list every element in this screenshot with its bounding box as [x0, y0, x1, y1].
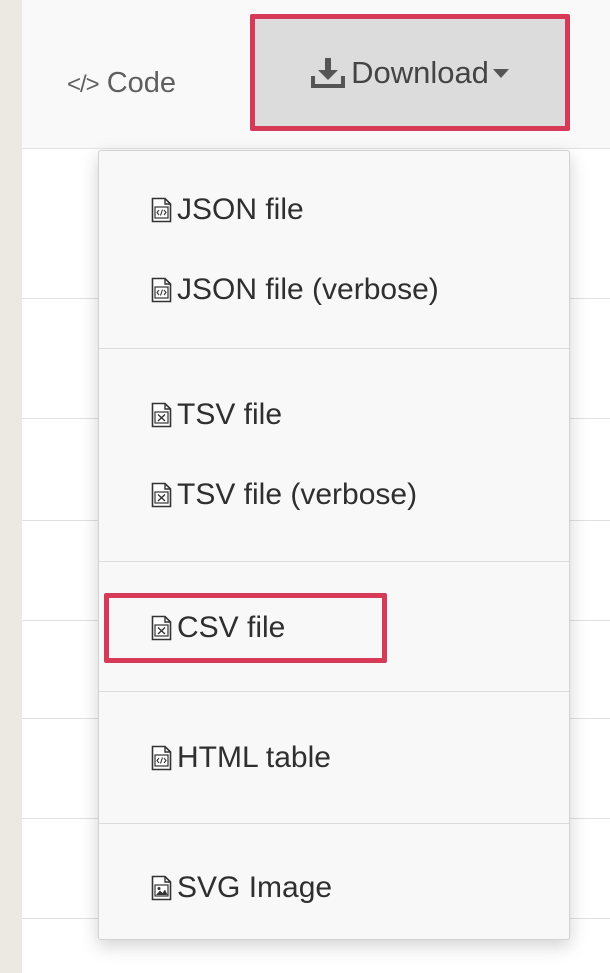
menu-divider	[99, 691, 569, 692]
menu-item-html-table[interactable]: HTML table	[151, 736, 331, 780]
download-dropdown-menu: JSON file JSON file (verbose) TSV file T…	[98, 150, 570, 940]
menu-item-tsv-verbose[interactable]: TSV file (verbose)	[151, 473, 417, 517]
spreadsheet-file-icon	[151, 402, 172, 428]
code-file-icon	[151, 277, 172, 303]
spreadsheet-file-icon	[151, 615, 172, 641]
menu-item-label: SVG Image	[177, 871, 333, 904]
menu-item-json[interactable]: JSON file	[151, 188, 304, 232]
code-file-icon	[151, 197, 172, 223]
menu-item-json-verbose[interactable]: JSON file (verbose)	[151, 268, 439, 312]
menu-item-tsv[interactable]: TSV file	[151, 393, 282, 437]
menu-divider	[99, 348, 569, 349]
menu-item-label: HTML table	[177, 741, 331, 774]
menu-item-label: JSON file (verbose)	[177, 273, 439, 306]
menu-item-svg-image[interactable]: SVG Image	[151, 866, 332, 910]
menu-divider	[99, 823, 569, 824]
menu-item-label: JSON file	[177, 193, 304, 226]
image-file-icon	[151, 875, 172, 901]
menu-item-label: TSV file	[177, 398, 283, 431]
download-button[interactable]: Download	[250, 14, 570, 131]
code-button-label: Code	[106, 67, 177, 99]
page: </> Code Download JSON file JSON file (v…	[22, 0, 610, 973]
code-icon: </>	[67, 71, 100, 98]
caret-down-icon	[492, 69, 509, 78]
menu-divider	[99, 561, 569, 562]
menu-item-label: CSV file	[177, 611, 286, 644]
code-file-icon	[151, 745, 172, 771]
download-tray-icon	[311, 57, 346, 88]
menu-item-label: TSV file (verbose)	[177, 478, 418, 511]
download-button-label: Download	[351, 54, 489, 90]
spreadsheet-file-icon	[151, 482, 172, 508]
toolbar: </> Code Download	[22, 0, 610, 149]
code-button[interactable]: </> Code	[67, 60, 176, 106]
menu-item-csv[interactable]: CSV file	[151, 606, 285, 650]
